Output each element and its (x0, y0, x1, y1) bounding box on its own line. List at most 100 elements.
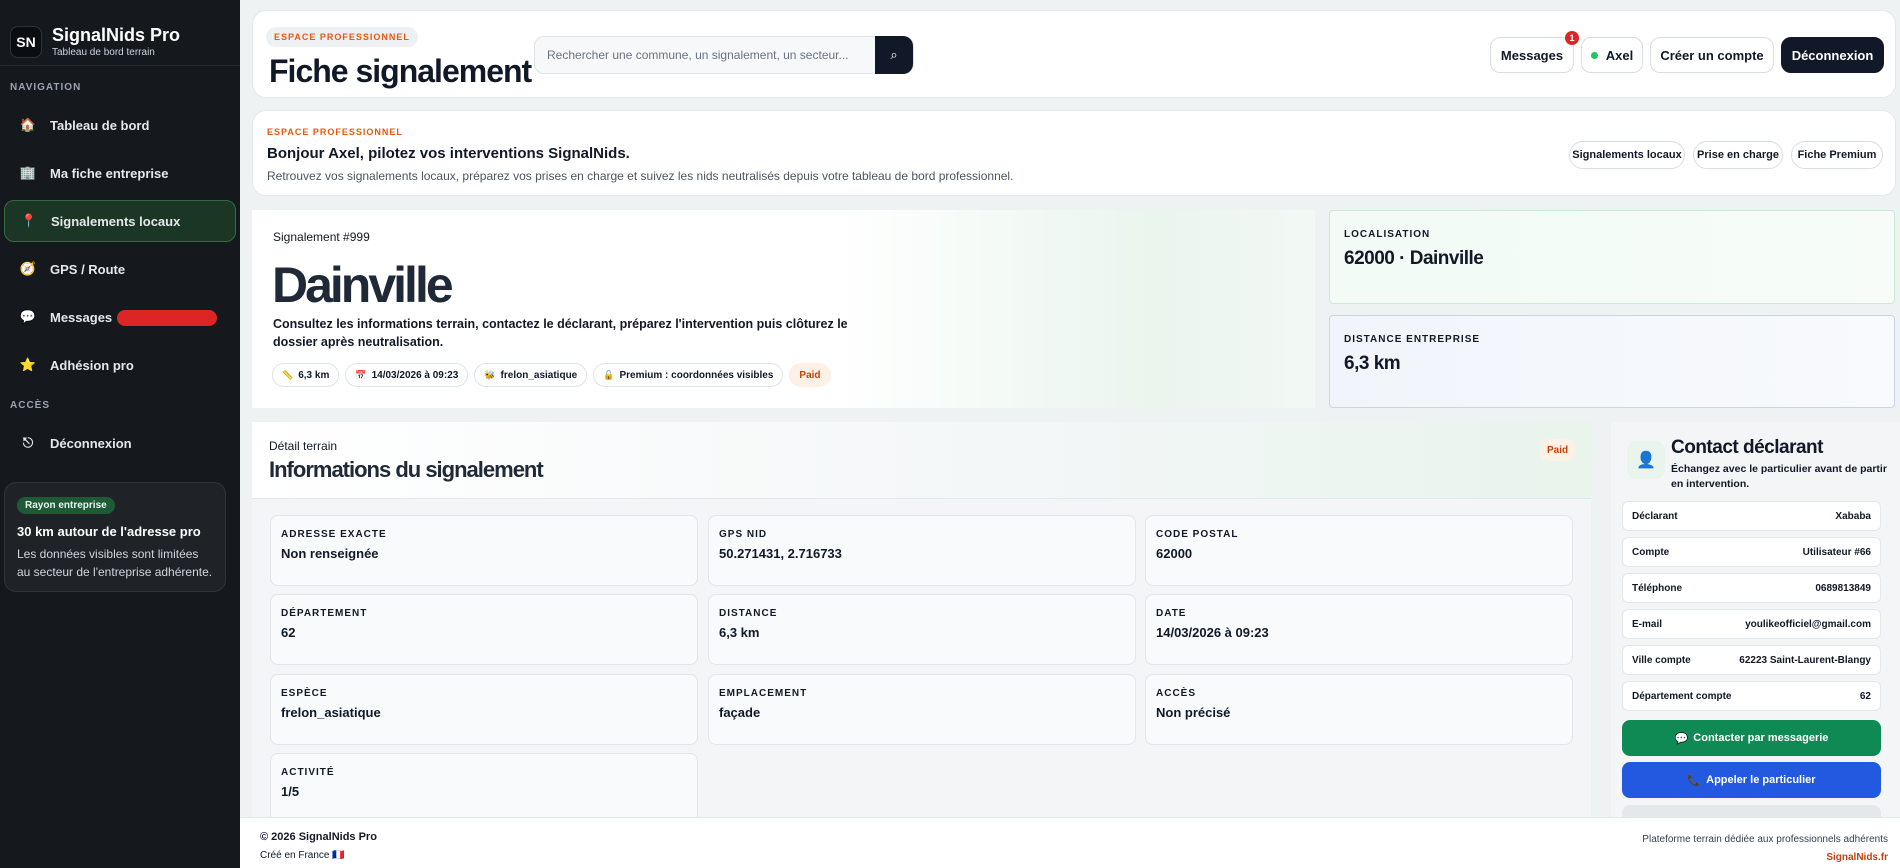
field-access: ACCÈS Non précisé (1145, 674, 1573, 745)
distance-card: DISTANCE ENTREPRISE 6,3 km (1329, 315, 1895, 408)
pin-icon: 📍 (20, 213, 38, 228)
status-badge: Paid (789, 363, 831, 387)
chip-species: 🐝 frelon_asiatique (474, 363, 588, 387)
field-value: 1/5 (281, 784, 300, 799)
field-value: 6,3 km (719, 625, 760, 640)
welcome-title: Bonjour Axel, pilotez vos interventions … (267, 145, 630, 162)
sidebar-item-membership[interactable]: ⭐ Adhésion pro (4, 344, 236, 386)
sidebar-item-messages[interactable]: 💬 Messages (4, 296, 236, 338)
contact-label: E-mail (1632, 618, 1663, 630)
field-value: 62 (281, 625, 296, 640)
detail-kicker: Détail terrain (269, 439, 338, 453)
report-hero: Signalement #999 Dainville Consultez les… (252, 210, 1315, 408)
create-account-label: Créer un compte (1660, 47, 1764, 63)
messages-label: Messages (1500, 47, 1564, 63)
pill-handling[interactable]: Prise en charge (1693, 141, 1783, 169)
detail-panel: Détail terrain Informations du signaleme… (252, 422, 1591, 817)
logo: SN (10, 25, 42, 58)
sidebar-item-dashboard[interactable]: 🏠 Tableau de bord (4, 104, 236, 146)
message-contact-label: Contacter par messagerie (1693, 732, 1829, 744)
sidebar-item-gps[interactable]: 🧭 GPS / Route (4, 248, 236, 290)
create-account-button[interactable]: Créer un compte (1650, 37, 1774, 73)
contact-row-email: E-mail youlikeofficiel@gmail.com (1622, 609, 1881, 639)
search-input[interactable] (535, 48, 875, 62)
call-label: Appeler le particulier (1706, 774, 1816, 786)
field-activity: ACTIVITÉ 1/5 (270, 753, 698, 817)
field-label: CODE POSTAL (1156, 529, 1239, 540)
contact-subtitle: Échangez avec le particulier avant de pa… (1671, 463, 1887, 490)
sidebar-item-label: Déconnexion (50, 435, 132, 451)
sidebar-item-label: Messages (50, 309, 113, 325)
call-button[interactable]: 📞 Appeler le particulier (1622, 762, 1881, 798)
sidebar-item-logout[interactable]: ⎋ Déconnexion (4, 422, 236, 464)
location-label: LOCALISATION (1344, 229, 1431, 240)
chip-premium: 🔓 Premium : coordonnées visibles (593, 363, 784, 387)
logout-label: Déconnexion (1791, 47, 1874, 63)
contact-label: Compte (1632, 546, 1670, 558)
sidebar-item-label: Ma fiche entreprise (50, 165, 169, 181)
user-icon: 👤 (1627, 441, 1665, 479)
field-gps: GPS NID 50.271431, 2.716733 (708, 515, 1136, 586)
brand[interactable]: SN SignalNids Pro Tableau de bord terrai… (0, 0, 240, 66)
top-header: ESPACE PROFESSIONNEL Fiche signalement ⌕… (252, 10, 1896, 98)
status-badge: Paid (1539, 439, 1577, 461)
contact-title: Contact déclarant (1671, 437, 1823, 458)
phone-icon: 📞 (1687, 774, 1702, 787)
chat-icon: 💬 (19, 309, 37, 324)
message-contact-button[interactable]: 💬 Contacter par messagerie (1622, 720, 1881, 756)
contact-label: Ville compte (1632, 654, 1691, 666)
compass-icon: 🧭 (19, 261, 37, 276)
field-value: façade (719, 705, 761, 720)
messages-badge (117, 310, 217, 326)
chip-date: 📅 14/03/2026 à 09:23 (345, 363, 469, 387)
field-department: DÉPARTEMENT 62 (270, 594, 698, 665)
access-heading: ACCÈS (10, 400, 51, 411)
contact-value: 0689813849 (1815, 582, 1871, 594)
user-button[interactable]: Axel (1581, 37, 1643, 73)
contact-value: 62223 Saint-Laurent-Blangy (1739, 654, 1871, 666)
contact-row-department: Département compte 62 (1622, 681, 1881, 711)
chat-icon: 💬 (1674, 732, 1689, 745)
field-location: EMPLACEMENT façade (708, 674, 1136, 745)
welcome-eyebrow: ESPACE PROFESSIONNEL (267, 127, 403, 137)
field-label: ACTIVITÉ (281, 767, 335, 778)
chip-label: 6,3 km (298, 369, 330, 381)
chip-label: frelon_asiatique (500, 369, 578, 381)
chip-label: 14/03/2026 à 09:23 (371, 369, 459, 381)
field-label: GPS NID (719, 529, 768, 540)
notification-badge: 1 (1565, 31, 1579, 45)
logout-icon: ⎋ (22, 435, 34, 450)
field-value: Non précisé (1156, 705, 1231, 720)
brand-subtitle: Tableau de bord terrain (52, 46, 155, 58)
contact-value: 62 (1859, 690, 1871, 702)
logout-button[interactable]: Déconnexion (1781, 37, 1884, 73)
contact-label: Téléphone (1632, 582, 1683, 594)
star-icon: ⭐ (19, 357, 37, 372)
messages-button[interactable]: Messages 1 (1490, 31, 1579, 73)
report-number: Signalement #999 (273, 230, 370, 244)
hidden-button[interactable] (1622, 805, 1881, 817)
contact-value: youlikeofficiel@gmail.com (1745, 618, 1871, 630)
search-button[interactable]: ⌕ (875, 36, 913, 74)
footer-link[interactable]: SignalNids.fr (1826, 852, 1888, 863)
pill-premium[interactable]: Fiche Premium (1791, 141, 1883, 169)
footer-made-in: Créé en France 🇫🇷 (260, 850, 345, 861)
pill-local-reports[interactable]: Signalements locaux (1569, 141, 1685, 169)
contact-value: Utilisateur #66 (1802, 546, 1871, 558)
nav-heading: NAVIGATION (10, 82, 82, 93)
field-distance: DISTANCE 6,3 km (708, 594, 1136, 665)
sidebar-item-label: GPS / Route (50, 261, 126, 277)
field-species: ESPÈCE frelon_asiatique (270, 674, 698, 745)
sidebar-item-company[interactable]: 🏢 Ma fiche entreprise (4, 152, 236, 194)
field-date: DATE 14/03/2026 à 09:23 (1145, 594, 1573, 665)
footer-copyright: © 2026 SignalNids Pro (260, 831, 377, 843)
detail-title: Informations du signalement (269, 457, 544, 482)
user-label: Axel (1605, 47, 1634, 63)
sidebar: SN SignalNids Pro Tableau de bord terrai… (0, 0, 240, 868)
sidebar-item-label: Signalements locaux (51, 213, 181, 229)
distance-value: 6,3 km (1344, 353, 1401, 374)
report-description: Consultez les informations terrain, cont… (273, 317, 848, 349)
search-icon: ⌕ (890, 47, 898, 62)
field-address: ADRESSE EXACTE Non renseignée (270, 515, 698, 586)
sidebar-item-local-reports[interactable]: 📍 Signalements locaux (4, 200, 236, 242)
